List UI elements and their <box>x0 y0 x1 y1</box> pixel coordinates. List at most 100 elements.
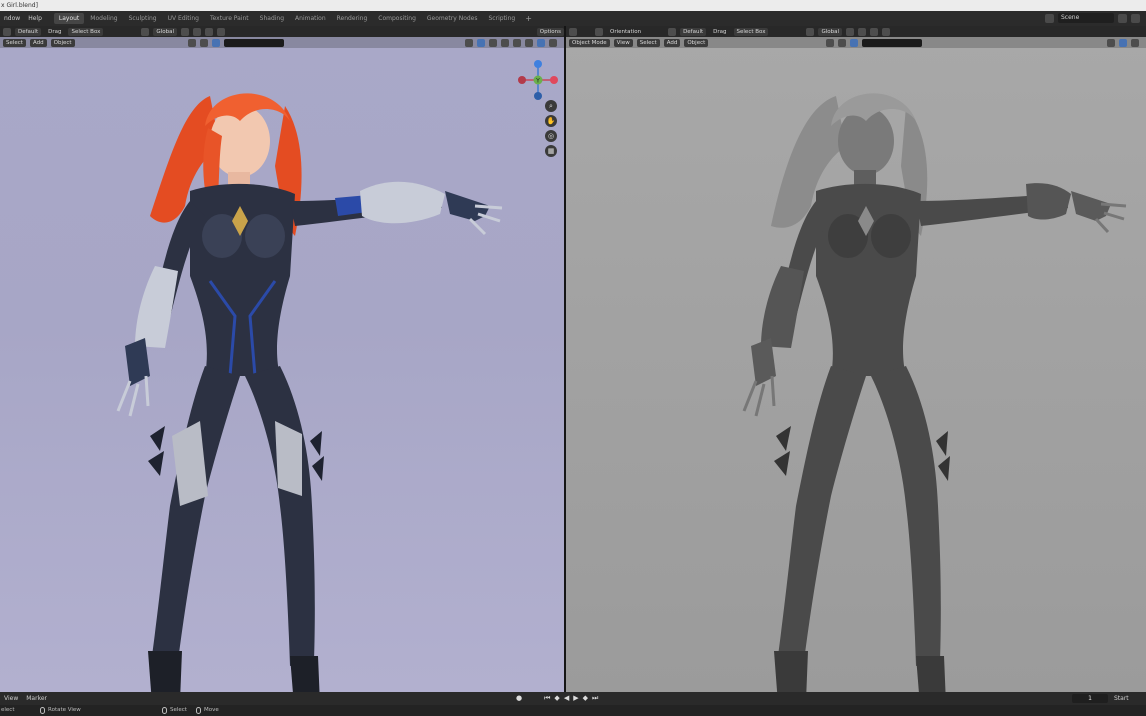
gizmo-toggle-icon[interactable] <box>1119 38 1127 47</box>
next-keyframe-icon[interactable]: ◆ <box>583 694 588 703</box>
grid-icon[interactable]: ▦ <box>545 145 557 157</box>
visibility-icon[interactable] <box>199 38 208 47</box>
tab-sculpting[interactable]: Sculpting <box>124 13 162 24</box>
gizmo-y-label: Y <box>535 78 540 85</box>
search-icon[interactable] <box>850 38 859 47</box>
status-select-2: Select <box>162 705 187 716</box>
orientation-icon[interactable] <box>668 27 677 36</box>
menu-object[interactable]: Object <box>684 38 709 47</box>
jump-end-icon[interactable]: ⏭ <box>592 694 598 703</box>
gizmo-neg-z-icon <box>534 92 542 100</box>
transform-orientation-dropdown[interactable]: Global <box>153 27 177 36</box>
xray-icon[interactable] <box>501 38 509 47</box>
search-input[interactable] <box>862 38 923 47</box>
filter-icon[interactable] <box>187 38 196 47</box>
gizmo-toggle-icon[interactable] <box>477 38 485 47</box>
visibility-icon[interactable] <box>838 38 847 47</box>
select-box-dropdown[interactable]: Select Box <box>68 27 104 36</box>
tab-modeling[interactable]: Modeling <box>85 13 122 24</box>
scene-icon[interactable] <box>1045 13 1054 23</box>
tab-texture-paint[interactable]: Texture Paint <box>205 13 254 24</box>
character-clay-render <box>742 93 1127 692</box>
status-move: Move <box>196 705 219 716</box>
viewport-right[interactable]: Orientation Default Drag Select Box Glob… <box>566 26 1146 692</box>
search-icon[interactable] <box>211 38 220 47</box>
transform-orientation-icon[interactable] <box>806 27 815 36</box>
start-frame-label[interactable]: Start <box>1114 694 1129 703</box>
menu-window[interactable]: ndow <box>0 11 24 26</box>
view-object-types-icon[interactable] <box>465 38 473 47</box>
zoom-icon[interactable]: ⌕ <box>545 100 557 112</box>
menu-help[interactable]: Help <box>24 11 46 26</box>
play-reverse-icon[interactable]: ◀ <box>564 694 569 703</box>
add-workspace-button[interactable]: + <box>521 14 536 23</box>
current-frame-field[interactable]: 1 <box>1072 694 1108 703</box>
overlay-toggle-icon[interactable] <box>1131 38 1139 47</box>
falloff-icon[interactable] <box>216 27 225 36</box>
overlay-toggle-icon[interactable] <box>489 38 497 47</box>
pivot-icon[interactable] <box>870 27 879 36</box>
shading-wireframe-icon[interactable] <box>513 38 521 47</box>
snap-icon[interactable] <box>846 27 855 36</box>
status-rotate-view: Rotate View <box>40 705 81 716</box>
menu-select[interactable]: Select <box>3 38 26 47</box>
viewport-left[interactable]: Default Drag Select Box Global Options S… <box>0 26 564 692</box>
viewport-right-header: Orientation Default Drag Select Box Glob… <box>566 26 1146 37</box>
menu-object[interactable]: Object <box>50 38 75 47</box>
mode-dropdown[interactable]: Object Mode <box>569 38 610 47</box>
scene-selector: Scene <box>1045 13 1140 23</box>
shading-rendered-icon[interactable] <box>549 38 557 47</box>
transform-orientation-dropdown[interactable]: Global <box>818 27 843 36</box>
options-dropdown[interactable]: Options <box>536 27 564 36</box>
tab-geometry-nodes[interactable]: Geometry Nodes <box>422 13 483 24</box>
character-render <box>116 93 503 692</box>
pivot-icon[interactable] <box>204 27 213 36</box>
orientation-dropdown[interactable]: Default <box>15 27 42 36</box>
orientation-icon[interactable] <box>3 27 11 36</box>
viewport-left-header: Default Drag Select Box Global Options <box>0 26 564 37</box>
tab-layout[interactable]: Layout <box>53 13 85 24</box>
mouse-left-icon <box>162 707 167 714</box>
orientation-dropdown[interactable]: Default <box>680 27 707 36</box>
menu-select[interactable]: Select <box>636 38 660 47</box>
falloff-icon[interactable] <box>882 27 891 36</box>
prev-keyframe-icon[interactable]: ◆ <box>554 694 559 703</box>
transform-orientation-icon[interactable] <box>141 27 150 36</box>
proportional-edit-icon[interactable] <box>192 27 201 36</box>
proportional-edit-icon[interactable] <box>858 27 867 36</box>
camera-icon[interactable]: ◎ <box>545 130 557 142</box>
drag-label: Drag <box>48 28 62 35</box>
tab-scripting[interactable]: Scripting <box>484 13 521 24</box>
menu-add[interactable]: Add <box>29 38 47 47</box>
tab-compositing[interactable]: Compositing <box>373 13 421 24</box>
status-move-label: Move <box>204 707 219 713</box>
menu-view[interactable]: View <box>613 38 633 47</box>
tab-animation[interactable]: Animation <box>290 13 331 24</box>
select-box-dropdown[interactable]: Select Box <box>733 27 769 36</box>
menu-add[interactable]: Add <box>663 38 681 47</box>
play-icon[interactable]: ▶ <box>573 694 578 703</box>
mouse-middle-icon <box>40 707 45 714</box>
menu-marker[interactable]: Marker <box>22 691 51 706</box>
shading-solid-icon[interactable] <box>525 38 533 47</box>
hand-pan-icon[interactable]: ✋ <box>545 115 557 127</box>
playback-controls: ● ⏮ ◆ ◀ ▶ ◆ ⏭ <box>516 694 598 703</box>
copy-scene-icon[interactable] <box>1118 13 1127 23</box>
tab-uv-editing[interactable]: UV Editing <box>163 13 204 24</box>
tab-rendering[interactable]: Rendering <box>332 13 373 24</box>
search-input[interactable] <box>223 38 284 47</box>
transform-icon[interactable] <box>595 27 603 36</box>
view-object-types-icon[interactable] <box>1107 38 1115 47</box>
editor-type-icon[interactable] <box>569 27 577 36</box>
scene-field[interactable]: Scene <box>1058 13 1114 23</box>
jump-start-icon[interactable]: ⏮ <box>544 694 550 703</box>
menu-view[interactable]: View <box>0 691 22 706</box>
shading-material-icon[interactable] <box>537 38 545 47</box>
filter-icon[interactable] <box>826 38 835 47</box>
window-title: x Girl.blend] <box>0 0 1146 11</box>
snap-icon[interactable] <box>180 27 189 36</box>
delete-scene-icon[interactable] <box>1131 13 1140 23</box>
record-icon[interactable]: ● <box>516 694 522 703</box>
tab-shading[interactable]: Shading <box>255 13 289 24</box>
navigation-gizmo[interactable]: Y <box>516 58 560 102</box>
